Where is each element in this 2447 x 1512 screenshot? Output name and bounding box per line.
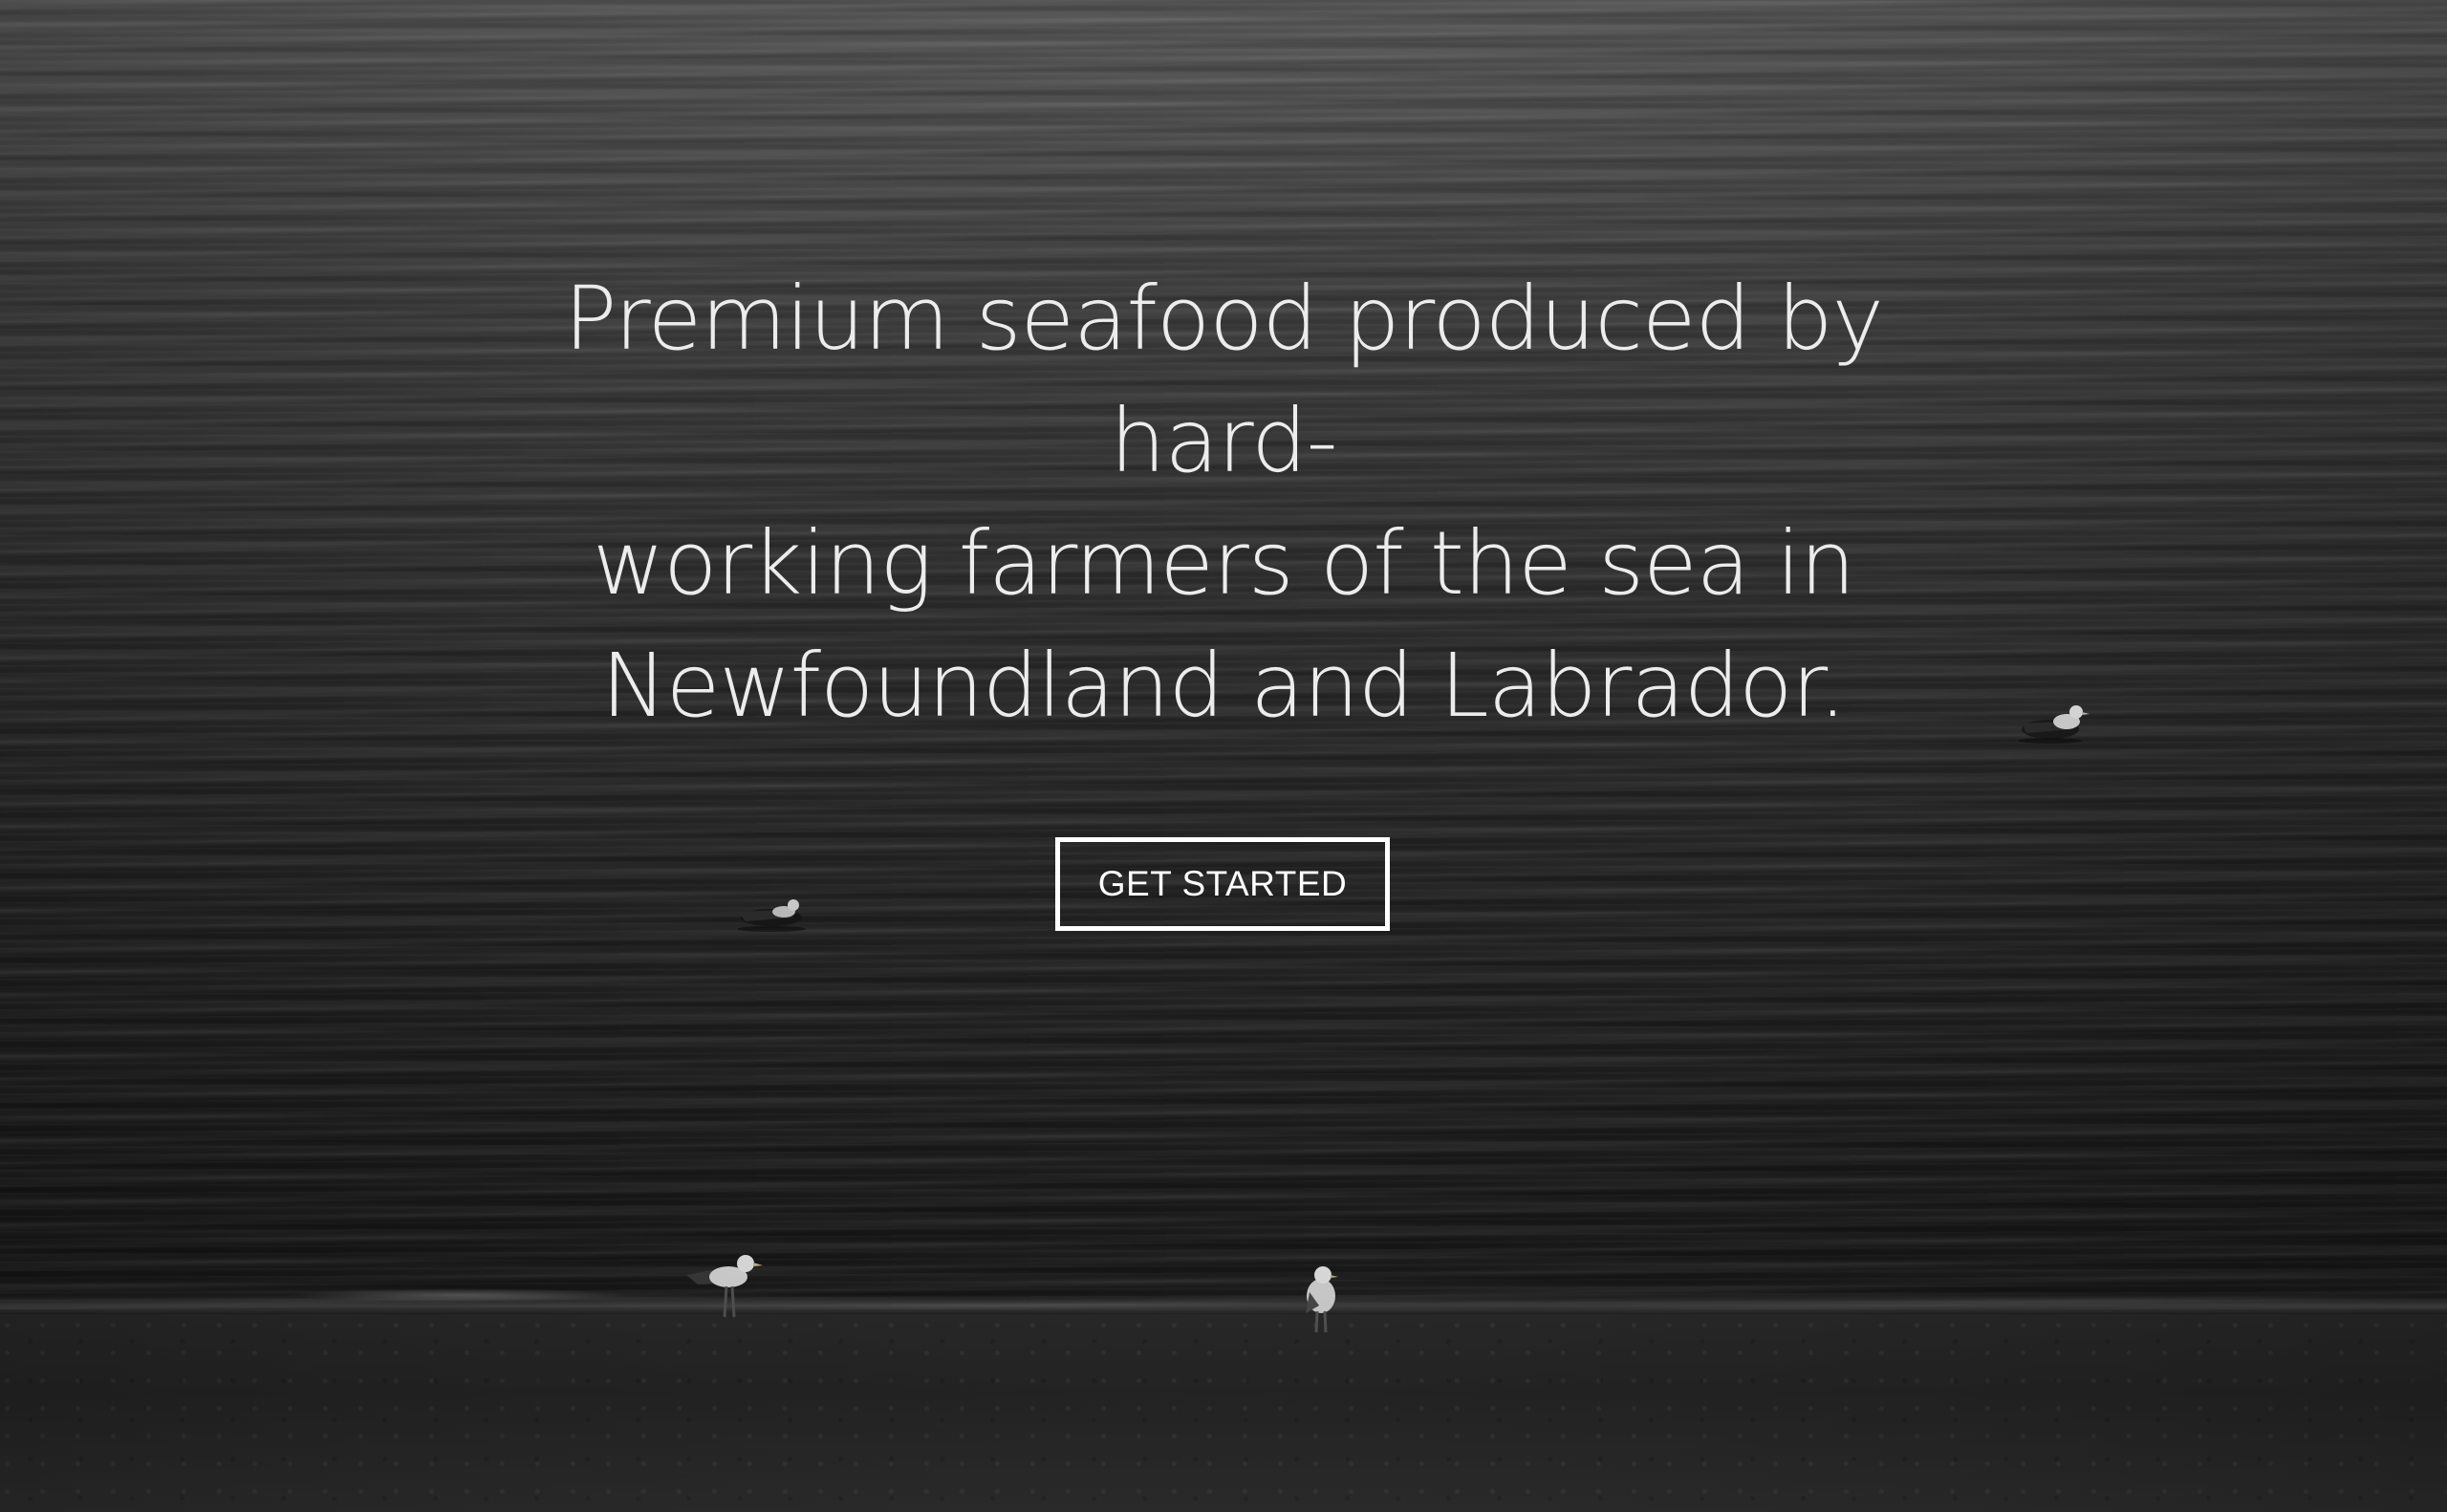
beach-sand [0,1314,2447,1512]
get-started-button[interactable]: GET STARTED [1055,837,1390,931]
seagull-icon [2018,705,2090,744]
headline-line: Premium seafood produced by hard- [564,268,1884,492]
seagull-icon [1306,1266,1338,1333]
headline-line: Newfoundland and Labrador. [600,635,1847,737]
seagull-icon [686,1255,763,1318]
headline-line: working farmers of the sea in [592,512,1855,615]
hero-headline: Premium seafood produced by hard- workin… [459,258,1988,747]
seagull-icon [737,899,806,932]
shoreline [0,1295,2447,1316]
hero-section: Premium seafood produced by hard- workin… [0,0,2447,1512]
